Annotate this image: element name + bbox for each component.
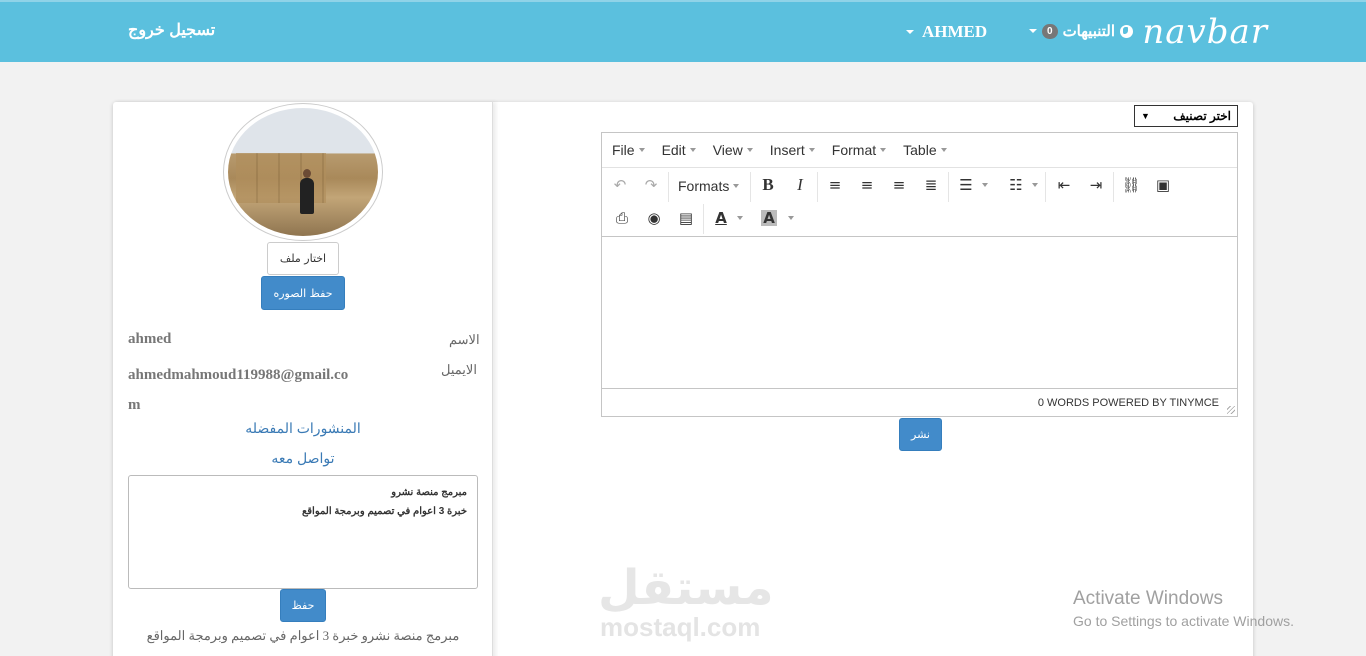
save-bio-button[interactable]: حفظ bbox=[280, 589, 326, 622]
preview-icon[interactable]: ◉ bbox=[643, 207, 665, 229]
resize-handle-icon[interactable] bbox=[1227, 406, 1235, 414]
chevron-down-icon bbox=[1029, 29, 1037, 33]
email-label: الايميل bbox=[441, 362, 477, 377]
menu-view[interactable]: View bbox=[713, 142, 753, 158]
numbered-list-icon[interactable]: ☷ bbox=[1005, 174, 1038, 196]
bullet-list-icon[interactable]: ☰ bbox=[955, 174, 988, 196]
brand-logo[interactable]: navbar bbox=[1142, 12, 1268, 52]
indent-icon[interactable]: ⇥ bbox=[1085, 174, 1107, 196]
globe-icon bbox=[1120, 24, 1134, 38]
chevron-down-icon bbox=[906, 30, 914, 34]
rich-text-editor: File Edit View Insert Format Table ↶ ↷ F… bbox=[601, 132, 1238, 417]
activate-windows-notice: Activate Windows Go to Settings to activ… bbox=[1073, 588, 1294, 629]
person-figure bbox=[300, 169, 314, 214]
formats-dropdown[interactable]: Formats bbox=[678, 178, 740, 194]
save-photo-button[interactable]: حفظ الصوره bbox=[261, 276, 345, 310]
mostaql-watermark-en: mostaql.com bbox=[600, 612, 761, 642]
notifications-badge: 0 bbox=[1042, 23, 1058, 39]
avatar bbox=[223, 103, 383, 241]
bio-textarea[interactable]: مبرمج منصة نشرو خبرة 3 اعوام في تصميم وب… bbox=[128, 475, 478, 589]
mostaql-watermark-ar: مستقل bbox=[598, 560, 774, 616]
notifications-menu[interactable]: 0 التنبيهات bbox=[1029, 22, 1134, 40]
menu-format[interactable]: Format bbox=[832, 142, 887, 158]
editor-menubar: File Edit View Insert Format Table bbox=[602, 133, 1237, 168]
align-center-icon[interactable]: ≡ bbox=[856, 174, 878, 196]
background-color-icon[interactable]: A bbox=[761, 209, 794, 227]
email-value: ahmedmahmoud119988@gmail.co m bbox=[128, 367, 349, 413]
logout-link[interactable]: تسجيل خروج bbox=[128, 20, 215, 40]
editor-toolbar: ↶ ↷ Formats B I ≡ ≡ ≡ ≣ ☰ ☷ ⇤ ⇥ ⛓ ▣ ⎙ ◉ bbox=[602, 168, 1237, 237]
category-select[interactable]: ▼ اختر تصنيف bbox=[1134, 105, 1238, 127]
name-label: الاسم bbox=[449, 332, 480, 347]
align-right-icon[interactable]: ≡ bbox=[888, 174, 910, 196]
username: AHMED bbox=[922, 22, 988, 41]
editor-content[interactable] bbox=[602, 237, 1237, 387]
name-value: ahmed bbox=[128, 331, 172, 347]
menu-insert[interactable]: Insert bbox=[770, 142, 815, 158]
menu-edit[interactable]: Edit bbox=[662, 142, 696, 158]
align-left-icon[interactable]: ≡ bbox=[824, 174, 846, 196]
chevron-down-icon: ▼ bbox=[1141, 111, 1150, 121]
print-icon[interactable]: ⎙ bbox=[611, 207, 633, 229]
bold-icon[interactable]: B bbox=[757, 174, 779, 196]
notifications-label: التنبيهات bbox=[1062, 23, 1116, 40]
redo-icon[interactable]: ↷ bbox=[640, 174, 662, 196]
choose-file-button[interactable]: اختار ملف bbox=[267, 242, 339, 275]
user-menu[interactable]: AHMED bbox=[906, 22, 987, 42]
menu-file[interactable]: File bbox=[612, 142, 645, 158]
italic-icon[interactable]: I bbox=[789, 174, 811, 196]
publish-button[interactable]: نشر bbox=[899, 418, 942, 451]
profile-sidebar: اختار ملف حفظ الصوره ahmed الاسم ahmedma… bbox=[113, 102, 493, 656]
bio-display: مبرمج منصة نشرو خبرة 3 اعوام في تصميم وب… bbox=[146, 628, 460, 643]
menu-table[interactable]: Table bbox=[903, 142, 947, 158]
link-icon[interactable]: ⛓ bbox=[1120, 174, 1142, 196]
align-justify-icon[interactable]: ≣ bbox=[920, 174, 942, 196]
undo-icon[interactable]: ↶ bbox=[609, 174, 631, 196]
text-color-icon[interactable]: A bbox=[710, 207, 743, 229]
navbar: تسجيل خروج AHMED 0 التنبيهات navbar bbox=[0, 0, 1366, 62]
contact-link[interactable]: تواصل معه bbox=[113, 450, 493, 467]
outdent-icon[interactable]: ⇤ bbox=[1053, 174, 1075, 196]
media-icon[interactable]: ▤ bbox=[675, 207, 697, 229]
image-icon[interactable]: ▣ bbox=[1152, 174, 1174, 196]
favorites-link[interactable]: المنشورات المفضله bbox=[113, 420, 493, 437]
profile-photo bbox=[228, 108, 378, 236]
editor-statusbar: 0 WORDS POWERED BY TINYMCE bbox=[602, 388, 1237, 416]
